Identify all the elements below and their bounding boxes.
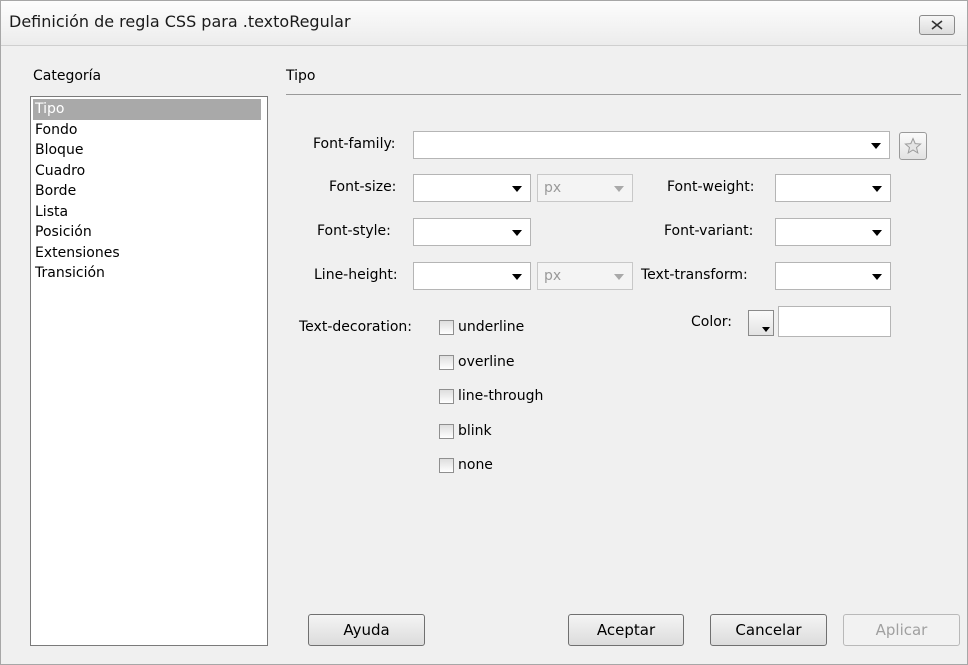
checkbox-box[interactable]: [439, 457, 454, 473]
checkbox-box[interactable]: [439, 354, 454, 370]
font-style-label: Font-style:: [317, 223, 391, 239]
cancel-button[interactable]: Cancelar: [710, 614, 827, 646]
chevron-down-icon: [871, 143, 881, 149]
chevron-down-icon: [614, 186, 624, 192]
chevron-down-icon: [614, 274, 624, 280]
font-size-unit-select[interactable]: px: [537, 174, 633, 202]
checkbox-box[interactable]: [439, 319, 454, 335]
text-transform-select[interactable]: [775, 262, 891, 290]
apply-button[interactable]: Aplicar: [843, 614, 960, 646]
text-decoration-label: Text-decoration:: [299, 319, 412, 335]
line-height-unit-select[interactable]: px: [537, 262, 633, 290]
category-item-tipo[interactable]: Tipo: [33, 99, 261, 120]
color-input[interactable]: [778, 306, 891, 337]
ok-button[interactable]: Aceptar: [568, 614, 684, 646]
line-height-label: Line-height:: [314, 267, 398, 283]
category-item-transicion[interactable]: Transición: [31, 263, 267, 284]
category-heading: Categoría: [33, 68, 102, 84]
font-variant-select[interactable]: [775, 218, 891, 246]
css-rule-dialog: Definición de regla CSS para .textoRegul…: [0, 0, 968, 665]
checkbox-underline[interactable]: underline: [439, 315, 524, 339]
close-button[interactable]: [919, 15, 955, 35]
star-icon: [904, 137, 922, 154]
font-style-select[interactable]: [413, 218, 531, 246]
checkbox-box[interactable]: [439, 423, 454, 439]
window-title: Definición de regla CSS para .textoRegul…: [9, 12, 351, 31]
category-item-lista[interactable]: Lista: [31, 202, 267, 223]
category-item-extensiones[interactable]: Extensiones: [31, 243, 267, 264]
line-height-select[interactable]: [413, 262, 531, 290]
font-family-select[interactable]: [413, 131, 890, 159]
category-item-bloque[interactable]: Bloque: [31, 140, 267, 161]
title-bar: Definición de regla CSS para .textoRegul…: [1, 1, 967, 46]
help-button[interactable]: Ayuda: [308, 614, 425, 646]
category-item-borde[interactable]: Borde: [31, 181, 267, 202]
category-list[interactable]: Tipo Fondo Bloque Cuadro Borde Lista Pos…: [30, 96, 268, 646]
font-variant-label: Font-variant:: [664, 223, 754, 239]
chevron-down-icon: [512, 186, 522, 192]
close-icon: [931, 20, 943, 30]
chevron-down-icon: [872, 186, 882, 192]
color-picker-button[interactable]: [748, 310, 774, 336]
chevron-down-icon: [512, 230, 522, 236]
section-divider: [286, 94, 961, 95]
checkbox-blink[interactable]: blink: [439, 419, 492, 443]
category-item-posicion[interactable]: Posición: [31, 222, 267, 243]
chevron-down-icon: [762, 327, 770, 332]
category-item-cuadro[interactable]: Cuadro: [31, 161, 267, 182]
font-family-label: Font-family:: [313, 136, 396, 152]
color-label: Color:: [691, 314, 733, 330]
checkbox-line-through[interactable]: line-through: [439, 384, 543, 408]
checkbox-none[interactable]: none: [439, 453, 493, 477]
favorite-fonts-button[interactable]: [899, 132, 927, 160]
font-size-select[interactable]: [413, 174, 531, 202]
chevron-down-icon: [872, 230, 882, 236]
font-weight-label: Font-weight:: [667, 179, 755, 195]
checkbox-overline[interactable]: overline: [439, 350, 515, 374]
chevron-down-icon: [512, 274, 522, 280]
chevron-down-icon: [872, 274, 882, 280]
checkbox-box[interactable]: [439, 388, 454, 404]
font-weight-select[interactable]: [775, 174, 891, 202]
category-item-fondo[interactable]: Fondo: [31, 120, 267, 141]
section-title: Tipo: [286, 68, 316, 84]
font-size-label: Font-size:: [329, 179, 397, 195]
text-transform-label: Text-transform:: [641, 267, 748, 283]
